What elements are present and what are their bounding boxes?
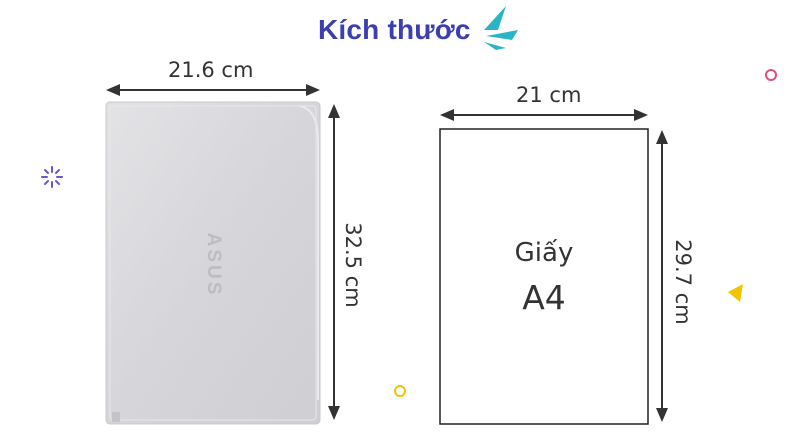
page-title: Kích thước: [318, 14, 471, 45]
paper-name-label: Giấy: [514, 238, 574, 268]
illustration-layer: [41, 6, 777, 425]
laptop-height-arrow: [328, 104, 340, 420]
paper-size-label: A4: [522, 278, 566, 317]
yellow-triangle-icon: [728, 284, 743, 302]
size-comparison-graphic: ASUS Kích thước 21.6 cm 32.5 cm 21 cm 29…: [0, 0, 800, 444]
title-accent-rays-icon: [484, 6, 518, 50]
laptop-width-label: 21.6 cm: [168, 58, 254, 82]
pink-circle-icon: [765, 69, 777, 81]
yellow-circle-icon: [394, 385, 406, 397]
paper-width-arrow: [440, 109, 648, 121]
laptop-width-arrow: [106, 84, 320, 96]
paper-height-label: 29.7 cm: [671, 239, 695, 325]
a4-paper-sheet: [439, 128, 649, 425]
paper-width-label: 21 cm: [516, 83, 582, 107]
laptop-height-label: 32.5 cm: [341, 222, 365, 308]
asus-logo: ASUS: [203, 232, 224, 298]
paper-height-arrow: [656, 130, 668, 422]
sparkle-icon: [41, 166, 63, 188]
